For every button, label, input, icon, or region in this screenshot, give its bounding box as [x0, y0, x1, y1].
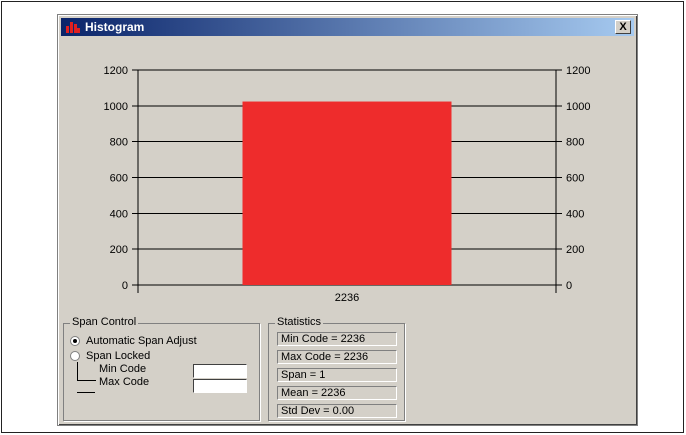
- close-icon: X: [619, 20, 627, 33]
- span-locked-label: Span Locked: [86, 350, 151, 362]
- histogram-chart: 0 0 200 200 400 400 600 600 800 800 1000 1000 1200 12…: [104, 65, 591, 302]
- y-tick-label-left: 1200: [104, 65, 128, 77]
- radio-selected-dot: [73, 339, 77, 343]
- title-bar[interactable]: Histogram X: [61, 18, 634, 36]
- min-code-label: Min Code: [99, 363, 147, 375]
- histogram-app-icon: [66, 22, 80, 33]
- histogram-bar: [242, 101, 452, 286]
- max-code-input[interactable]: [193, 379, 247, 393]
- y-tick-label-left: 1000: [104, 101, 128, 113]
- y-tick-label-right: 1000: [566, 101, 590, 113]
- stat-mean: Mean = 2236: [277, 386, 397, 400]
- tree-connector: [77, 374, 95, 393]
- y-tick-label-right: 400: [566, 208, 584, 220]
- window-title: Histogram: [85, 20, 145, 34]
- y-tick-label-left: 800: [110, 137, 128, 149]
- stat-max-code: Max Code = 2236: [277, 350, 397, 364]
- y-tick-label-left: 200: [110, 244, 128, 256]
- y-tick-label-right: 200: [566, 244, 584, 256]
- y-tick-label-right: 0: [566, 280, 572, 292]
- statistics-title: Statistics: [275, 316, 324, 328]
- y-tick-label-right: 1200: [566, 65, 590, 77]
- stat-min-code: Min Code = 2236: [277, 332, 397, 346]
- span-control-group: Span Control Automatic Span Adjust Span …: [63, 316, 260, 421]
- histogram-window: Histogram X 0 0 200 200 400 400 600 600 800 800 10…: [57, 14, 638, 426]
- stat-span: Span = 1: [277, 368, 397, 382]
- stat-std-dev: Std Dev = 0.00: [277, 404, 397, 418]
- y-tick-label-right: 800: [566, 137, 584, 149]
- y-tick-label-right: 600: [566, 173, 584, 185]
- x-tick-label: 2236: [335, 292, 359, 302]
- max-code-label: Max Code: [99, 376, 150, 388]
- statistics-group: Statistics Min Code = 2236 Max Code = 22…: [268, 316, 405, 421]
- y-tick-label-left: 400: [110, 208, 128, 220]
- automatic-span-label: Automatic Span Adjust: [86, 335, 197, 347]
- span-locked-radio-button[interactable]: [70, 351, 80, 361]
- y-tick-label-left: 600: [110, 173, 128, 185]
- close-button[interactable]: X: [615, 20, 631, 34]
- span-control-title: Span Control: [70, 316, 139, 328]
- span-locked-radio[interactable]: Span Locked: [70, 350, 150, 362]
- min-code-input[interactable]: [193, 364, 247, 378]
- automatic-span-radio-button[interactable]: [70, 336, 80, 346]
- y-tick-label-left: 0: [122, 280, 128, 292]
- automatic-span-radio[interactable]: Automatic Span Adjust: [70, 335, 197, 347]
